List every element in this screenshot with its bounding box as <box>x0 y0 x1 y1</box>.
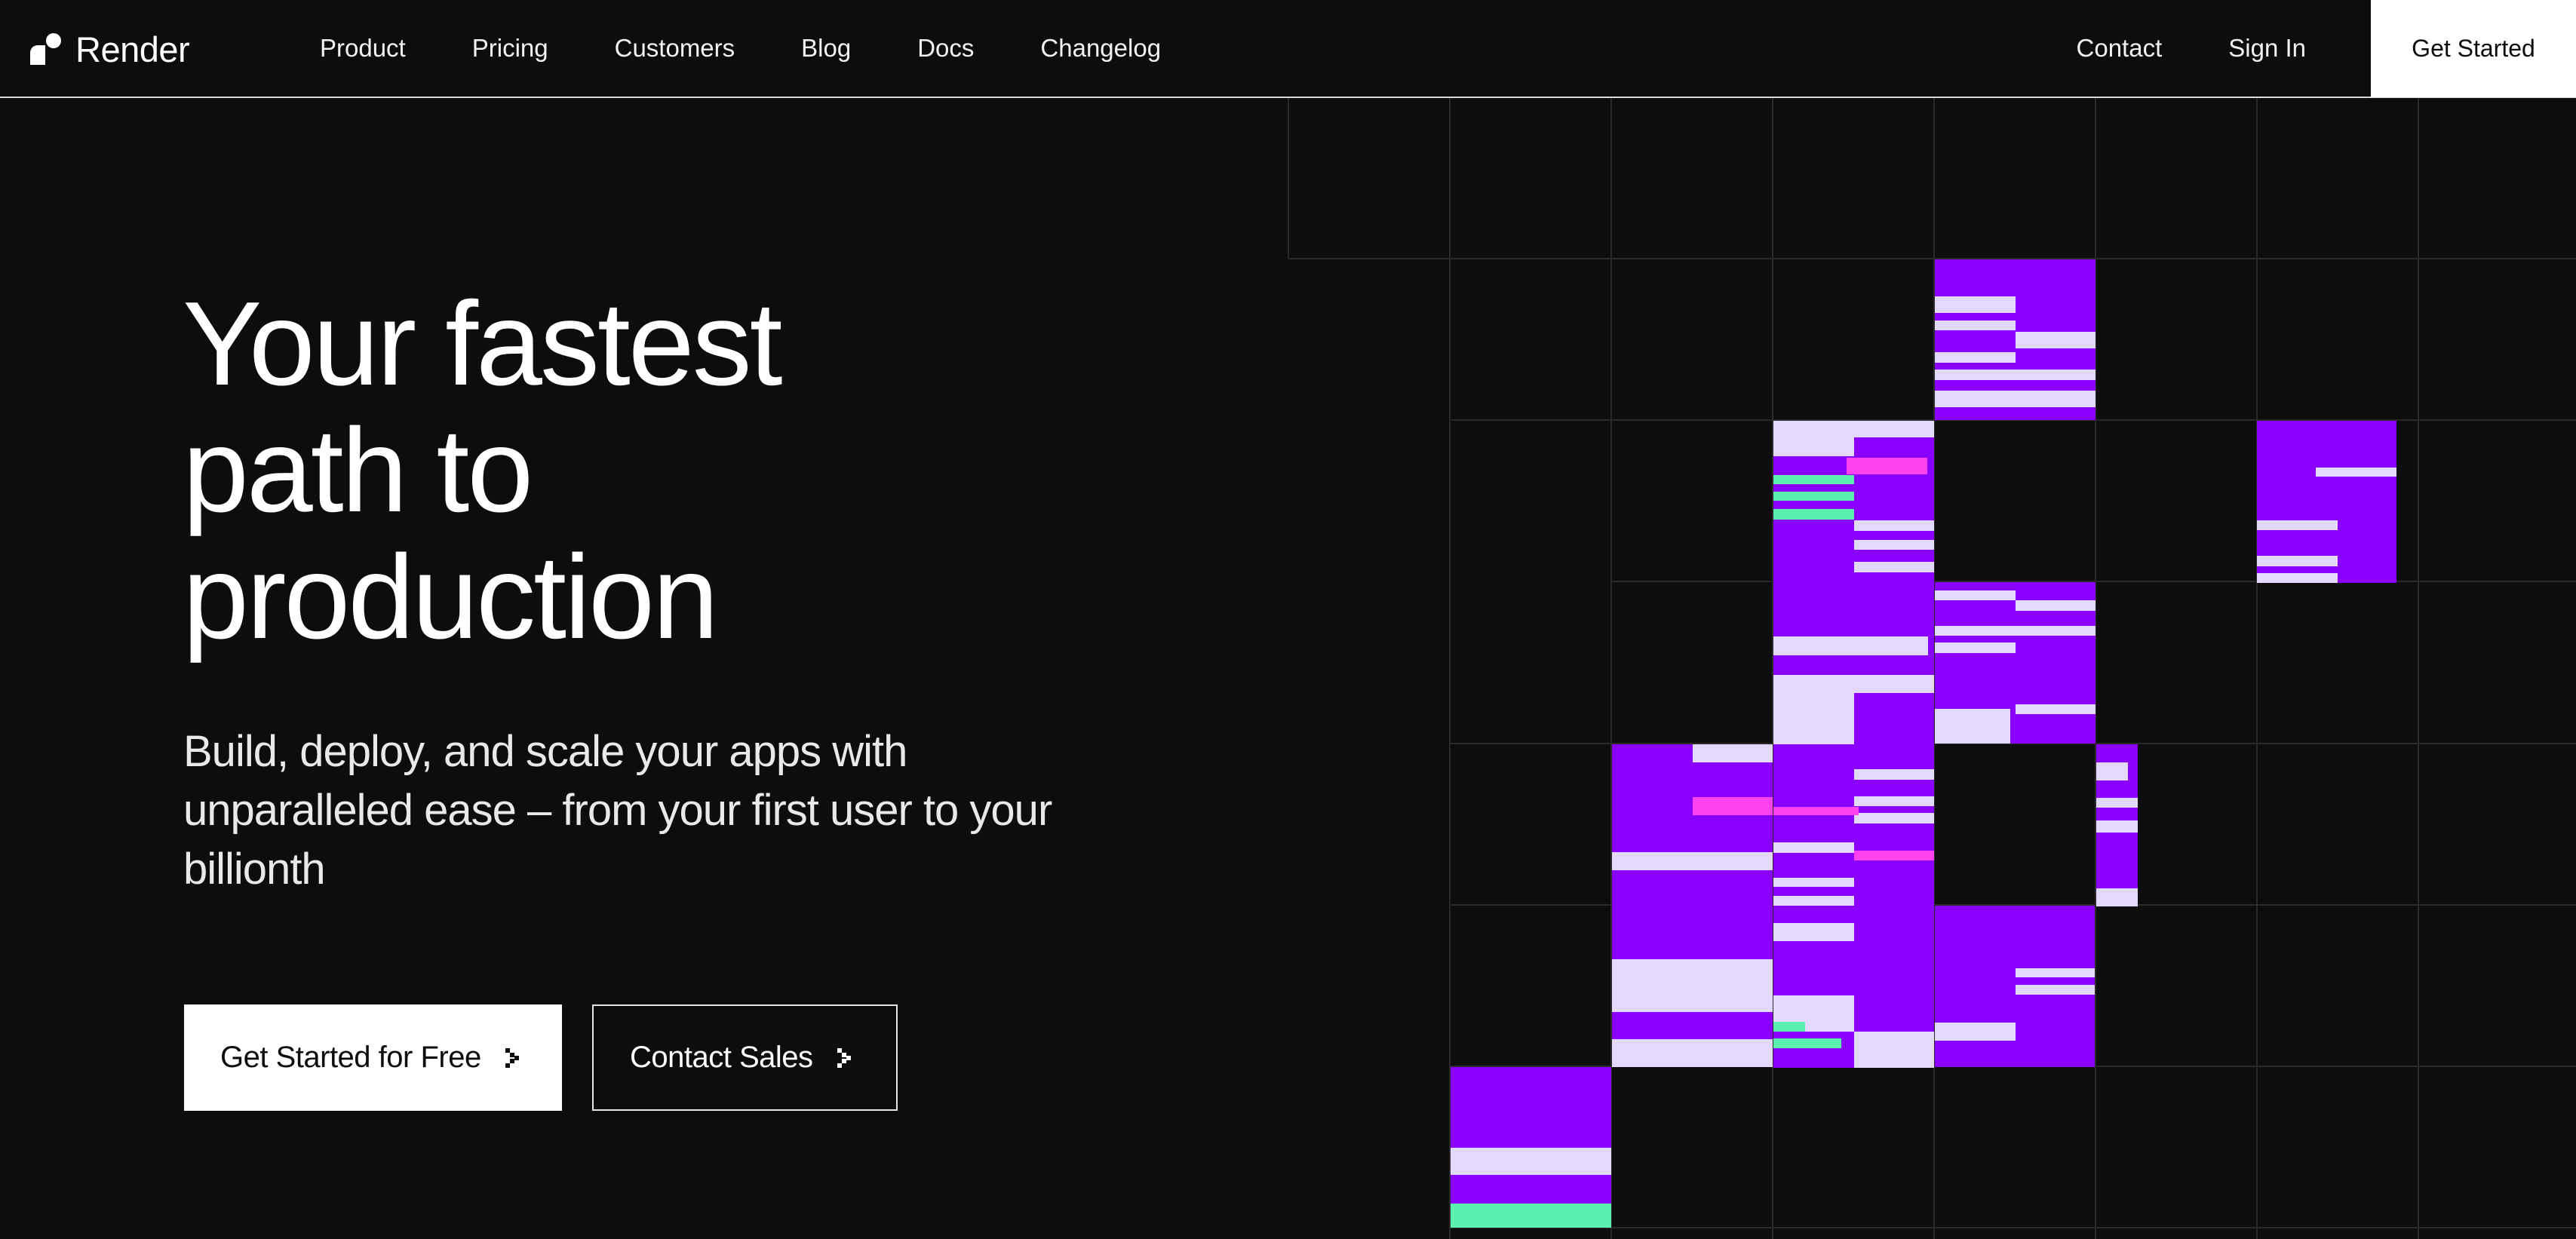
nav-link-sign-in[interactable]: Sign In <box>2195 34 2339 63</box>
brand-name: Render <box>75 29 190 69</box>
nav-link-contact[interactable]: Contact <box>2043 34 2196 63</box>
contact-sales-button[interactable]: Contact Sales <box>592 1004 898 1111</box>
grid-lines <box>1288 98 2576 1239</box>
chevron-right-icon <box>505 1047 519 1068</box>
page: Render Product Pricing Customers Blog Do… <box>0 0 2576 1239</box>
primary-button-label: Get Started for Free <box>220 1041 481 1074</box>
hero-title-line-2: path to <box>183 404 533 537</box>
secondary-button-label: Contact Sales <box>630 1041 813 1074</box>
hero-subtitle-line-3: billionth <box>183 845 326 894</box>
top-navigation: Render Product Pricing Customers Blog Do… <box>0 0 2576 98</box>
get-started-button[interactable]: Get Started <box>2371 0 2576 97</box>
logo[interactable]: Render <box>29 29 190 69</box>
nav-link-docs[interactable]: Docs <box>884 34 1007 63</box>
nav-link-product[interactable]: Product <box>287 34 439 63</box>
nav-link-blog[interactable]: Blog <box>768 34 884 63</box>
secondary-nav: Contact Sign In Get Started <box>2043 0 2576 97</box>
nav-link-customers[interactable]: Customers <box>582 34 769 63</box>
chevron-right-icon <box>837 1047 851 1068</box>
nav-link-pricing[interactable]: Pricing <box>439 34 582 63</box>
hero-subtitle: Build, deploy, and scale your apps with … <box>183 722 1126 899</box>
hero-subtitle-line-2: unparalleled ease – from your first user… <box>183 786 1052 835</box>
hero-title-line-3: production <box>183 531 719 664</box>
block-cluster <box>1451 259 2396 1228</box>
hero-title-line-1: Your fastest <box>183 278 783 410</box>
hero-subtitle-line-1: Build, deploy, and scale your apps with <box>183 727 907 776</box>
render-logo-icon <box>30 33 61 65</box>
get-started-for-free-button[interactable]: Get Started for Free <box>184 1004 562 1111</box>
hero-title: Your fastest path to production <box>183 281 1163 661</box>
primary-nav: Product Pricing Customers Blog Docs Chan… <box>287 0 1194 97</box>
nav-link-changelog[interactable]: Changelog <box>1007 34 1194 63</box>
